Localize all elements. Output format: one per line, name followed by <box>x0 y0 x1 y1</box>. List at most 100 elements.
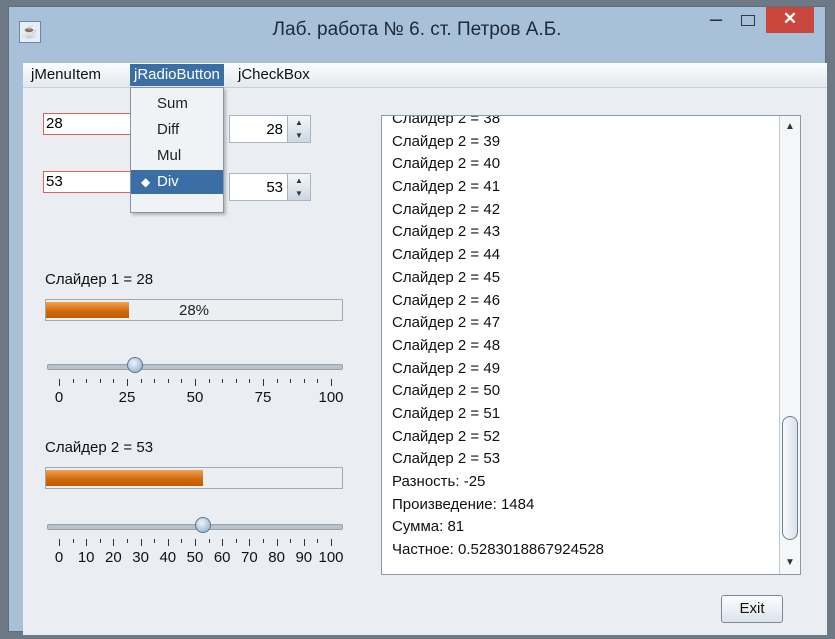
maximize-button[interactable] <box>733 7 763 33</box>
major-tick <box>195 539 196 546</box>
minor-tick <box>208 539 210 543</box>
client-area: jMenuItem jRadioButton jCheckBox 28 53 2… <box>23 63 827 635</box>
spinner-2-buttons[interactable]: ▲ ▼ <box>287 174 310 200</box>
slider-1-label: Слайдер 1 = 28 <box>45 271 154 288</box>
menu-item-mul[interactable]: Mul <box>131 144 223 168</box>
arrow-up-icon[interactable]: ▲ <box>288 174 310 187</box>
minor-tick <box>72 379 74 383</box>
tick-label: 50 <box>186 549 204 566</box>
major-tick <box>249 539 251 546</box>
minor-tick <box>127 539 128 543</box>
arrow-down-icon[interactable]: ▼ <box>288 187 310 200</box>
list-item: Слайдер 2 = 53 <box>392 450 501 468</box>
major-tick <box>303 539 305 546</box>
list-item: Слайдер 2 = 48 <box>392 336 501 354</box>
spinner-1-value: 28 <box>266 121 283 138</box>
tick-label: 100 <box>318 549 344 566</box>
list-item: Частное: 0.5283018867924528 <box>392 541 604 559</box>
spinner-1-buttons[interactable]: ▲ ▼ <box>287 116 310 142</box>
tick-label: 75 <box>254 389 272 406</box>
progress-text-1: 28% <box>178 302 210 319</box>
spinner-2[interactable]: 53 ▲ ▼ <box>229 173 311 201</box>
minor-tick <box>99 379 101 383</box>
minimize-button[interactable]: – <box>701 7 731 33</box>
minor-tick <box>249 379 251 383</box>
minor-tick <box>290 379 292 383</box>
arrow-down-icon[interactable]: ▼ <box>288 129 310 142</box>
spinner-1[interactable]: 28 ▲ ▼ <box>229 115 311 143</box>
minor-tick <box>317 539 319 543</box>
tick-label: 40 <box>159 549 177 566</box>
list-item: Сумма: 81 <box>392 518 465 536</box>
menu-jmenuitem[interactable]: jMenuItem <box>27 64 105 86</box>
list-item: Слайдер 2 = 46 <box>392 291 501 309</box>
minor-tick <box>235 379 237 383</box>
tick-label: 70 <box>241 549 258 566</box>
minor-tick <box>99 539 101 543</box>
minor-tick <box>222 379 224 383</box>
list-item: Слайдер 2 = 50 <box>392 382 501 400</box>
menu-item-label: Sum <box>157 95 188 112</box>
minor-tick <box>181 379 183 383</box>
arrow-up-icon[interactable]: ▲ <box>288 116 310 129</box>
list-item: Слайдер 2 = 45 <box>392 268 501 286</box>
close-button[interactable]: ✕ <box>766 7 814 33</box>
major-tick <box>276 539 278 546</box>
minor-tick <box>276 379 278 383</box>
major-tick <box>59 539 60 546</box>
vertical-scrollbar[interactable]: ▲ ▼ <box>779 116 800 574</box>
tick-label: 90 <box>295 549 313 566</box>
tick-label: 80 <box>268 549 285 566</box>
list-item: Слайдер 2 = 49 <box>392 359 501 377</box>
exit-button[interactable]: Exit <box>721 595 783 623</box>
list-item: Разность: -25 <box>392 473 486 490</box>
list-item: Слайдер 2 = 38 <box>392 115 501 127</box>
minor-tick <box>154 379 156 383</box>
tick-label: 100 <box>318 389 344 406</box>
minor-tick <box>208 379 210 383</box>
list-item: Слайдер 2 = 44 <box>392 246 501 264</box>
list-item: Слайдер 2 = 43 <box>392 223 501 241</box>
slider-2-label: Слайдер 2 = 53 <box>45 439 154 456</box>
menu-item-label: Diff <box>157 121 180 138</box>
maximize-icon <box>741 15 755 26</box>
minor-tick <box>167 379 169 383</box>
menu-jcheckbox[interactable]: jCheckBox <box>234 64 314 86</box>
slider-1-track[interactable] <box>47 364 343 370</box>
scroll-up-icon[interactable]: ▲ <box>780 116 800 138</box>
output-list[interactable]: Слайдер 2 = 38 Слайдер 2 = 39 Слайдер 2 = … <box>381 115 801 575</box>
slider-thumb[interactable] <box>127 357 144 373</box>
title-bar[interactable]: ☕ Лаб. работа № 6. ст. Петров А.Б. – ✕ <box>9 7 825 63</box>
tick-label: 50 <box>186 389 204 406</box>
tick-label: 60 <box>213 549 231 566</box>
minor-tick <box>235 539 237 543</box>
major-tick <box>331 539 332 546</box>
menu-bar: jMenuItem jRadioButton jCheckBox <box>23 63 827 88</box>
list-content: Слайдер 2 = 38 Слайдер 2 = 39 Слайдер 2 = … <box>392 115 604 562</box>
tick-label: 25 <box>118 389 136 406</box>
menu-item-sum[interactable]: Sum <box>131 92 223 116</box>
slider-thumb[interactable] <box>195 517 212 533</box>
major-tick <box>140 539 142 546</box>
slider-1[interactable]: 0 25 50 75 100 <box>47 355 344 425</box>
tick-label: 0 <box>54 389 64 406</box>
app-window: ☕ Лаб. работа № 6. ст. Петров А.Б. – ✕ j… <box>8 6 827 635</box>
menu-jradiobutton[interactable]: jRadioButton <box>130 64 224 86</box>
menu-item-div[interactable]: ◆ Div <box>131 170 223 194</box>
list-item: Слайдер 2 = 42 <box>392 200 501 218</box>
tick-label: 20 <box>105 549 122 566</box>
minor-tick <box>317 379 319 383</box>
minor-tick <box>290 539 292 543</box>
slider-2[interactable]: 0 10 20 30 40 50 60 70 80 90 100 <box>47 515 344 585</box>
radio-dropdown-menu: Sum Diff Mul ◆ Div <box>130 87 224 213</box>
menu-item-label: Mul <box>157 147 182 164</box>
tick-label: 10 <box>77 549 95 566</box>
scroll-thumb[interactable] <box>782 416 798 540</box>
menu-item-diff[interactable]: Diff <box>131 118 223 142</box>
major-tick <box>331 379 332 386</box>
list-item: Слайдер 2 = 40 <box>392 155 501 173</box>
scroll-down-icon[interactable]: ▼ <box>780 552 800 574</box>
tick-label: 0 <box>54 549 64 566</box>
list-item: Слайдер 2 = 39 <box>392 132 501 150</box>
minor-tick <box>303 379 305 383</box>
